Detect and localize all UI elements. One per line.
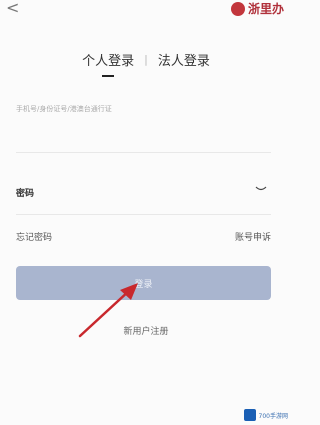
tab-corporate-login[interactable]: 法人登录 [158,50,210,75]
back-icon[interactable]: < [6,0,19,17]
watermark-logo-icon [243,409,256,421]
password-label: 密码 [16,189,35,199]
brand-logo: 浙里办 [230,0,284,17]
account-appeal-link[interactable]: 账号申诉 [235,230,271,243]
login-tabs: 个人登录 | 法人登录 [0,50,292,75]
tab-separator: | [144,53,148,66]
brand-seal-icon [230,1,245,16]
account-links: 忘记密码 账号申诉 [16,230,271,243]
password-field[interactable]: 密码 [16,176,271,215]
brand-text: 浙里办 [247,2,284,16]
forgot-password-link[interactable]: 忘记密码 [16,230,52,243]
account-input[interactable] [16,105,271,113]
eye-closed-icon[interactable] [255,186,267,192]
tab-personal-login[interactable]: 个人登录 [82,50,134,75]
annotation-arrow-icon [78,283,138,338]
top-bar: < 浙里办 [0,0,292,22]
watermark: 700手游网 [243,409,288,421]
account-field [16,96,271,153]
watermark-text: 700手游网 [258,412,288,420]
